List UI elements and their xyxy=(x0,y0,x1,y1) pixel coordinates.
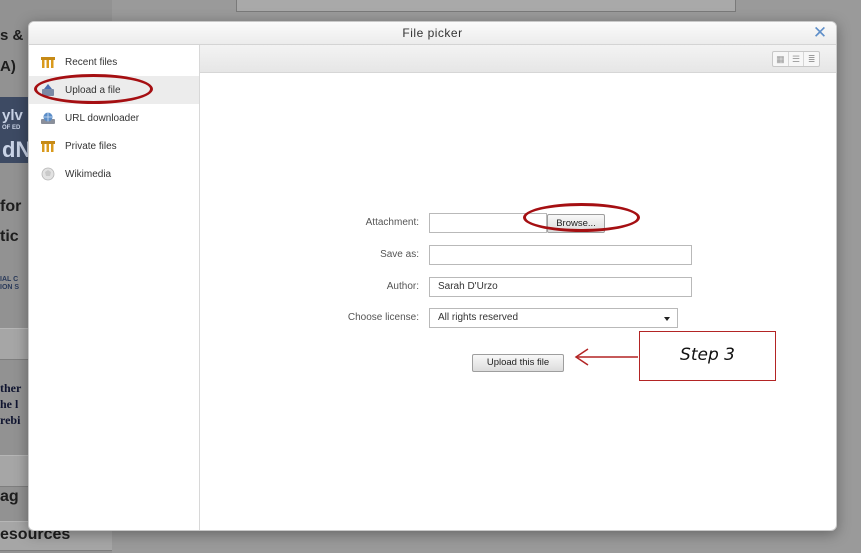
background-text: ION S xyxy=(0,284,20,291)
dialog-titlebar: File picker ✕ xyxy=(29,22,836,45)
sidebar-item-label: URL downloader xyxy=(65,112,140,124)
license-label: Choose license: xyxy=(347,312,419,323)
sidebar-item-private-files[interactable]: Private files xyxy=(29,132,199,160)
file-toolbar: ▦ ☰ ≣ xyxy=(200,45,836,73)
background-text: A) xyxy=(0,58,16,75)
chevron-down-icon xyxy=(664,317,670,321)
step-arrow-icon xyxy=(574,348,638,366)
background-logo: ylv OF ED dN xyxy=(0,97,31,163)
background-text: ag xyxy=(0,488,19,505)
sidebar-item-label: Wikimedia xyxy=(65,168,112,180)
background-text: IAL C xyxy=(0,276,19,283)
attachment-label: Attachment: xyxy=(365,217,419,228)
background-text: tic xyxy=(0,228,19,245)
sidebar-item-label: Private files xyxy=(65,140,117,152)
recent-files-icon xyxy=(41,55,55,69)
tree-view-icon[interactable]: ≣ xyxy=(804,52,819,66)
repository-sidebar: Recent files Upload a file URL downloade… xyxy=(29,45,200,530)
author-label: Author: xyxy=(386,281,419,292)
sidebar-item-label: Recent files xyxy=(65,56,118,68)
background-text: s & xyxy=(0,27,24,44)
browse-highlight-ring xyxy=(523,203,640,232)
license-select-value: All rights reserved xyxy=(438,312,519,323)
sidebar-item-wikimedia[interactable]: Wikimedia xyxy=(29,160,199,188)
step-callout: Step 3 xyxy=(639,331,776,381)
background-textarea xyxy=(236,0,736,12)
dialog-title: File picker xyxy=(402,26,463,40)
upload-highlight-ring xyxy=(34,74,153,104)
background-text: he l xyxy=(0,397,19,411)
upload-file-button[interactable]: Upload this file xyxy=(472,354,564,372)
wikimedia-icon xyxy=(41,167,55,181)
view-mode-switch: ▦ ☰ ≣ xyxy=(772,51,820,67)
sidebar-item-recent-files[interactable]: Recent files xyxy=(29,48,199,76)
author-field[interactable]: Sarah D'Urzo xyxy=(429,277,692,297)
list-view-icon[interactable]: ☰ xyxy=(789,52,805,66)
url-downloader-icon xyxy=(41,111,55,125)
close-icon[interactable]: ✕ xyxy=(812,24,828,42)
icons-view-icon[interactable]: ▦ xyxy=(773,52,789,66)
sidebar-item-url-downloader[interactable]: URL downloader xyxy=(29,104,199,132)
license-select[interactable]: All rights reserved xyxy=(429,308,678,328)
file-picker-dialog: File picker ✕ Recent files Upload a file… xyxy=(28,21,837,531)
background-text: for xyxy=(0,198,22,215)
save-as-label: Save as: xyxy=(380,249,419,260)
private-files-icon xyxy=(41,139,55,153)
save-as-field[interactable] xyxy=(429,245,692,265)
background-text: rebi xyxy=(0,413,21,427)
background-text: ther xyxy=(0,381,22,395)
